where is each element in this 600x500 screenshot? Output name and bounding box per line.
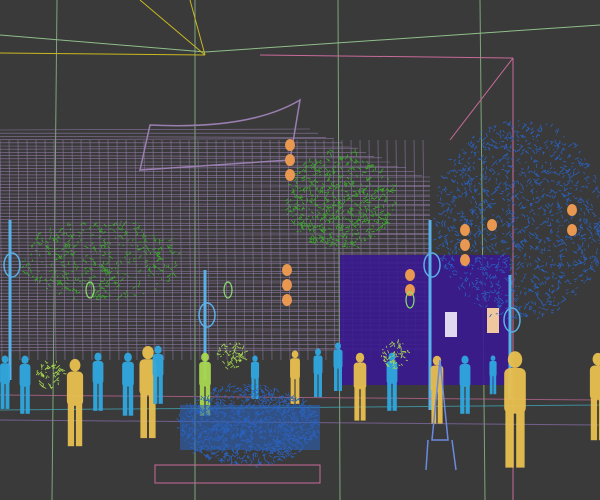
person — [20, 356, 31, 414]
person — [153, 346, 164, 404]
lantern — [282, 294, 292, 306]
banner — [487, 308, 499, 333]
3d-viewport[interactable] — [0, 0, 600, 500]
grid-line — [338, 0, 340, 500]
person — [251, 355, 259, 399]
person — [290, 351, 300, 404]
lamp-lantern — [199, 303, 215, 327]
lantern — [285, 154, 295, 166]
lantern — [460, 239, 470, 251]
person — [122, 353, 134, 416]
person — [590, 353, 600, 440]
plant — [36, 361, 66, 389]
camera-frustum-line — [190, 0, 205, 55]
banner — [445, 312, 457, 337]
camera-target-line — [0, 53, 205, 55]
plant — [217, 343, 248, 370]
person — [0, 356, 10, 409]
lantern — [405, 284, 415, 296]
person — [67, 359, 83, 446]
lantern — [460, 254, 470, 266]
lantern — [405, 269, 415, 281]
lantern — [567, 224, 577, 236]
wireframe-scene — [0, 0, 600, 500]
roof-eave — [140, 100, 300, 170]
lantern — [567, 204, 577, 216]
grid-line — [52, 0, 57, 500]
lantern — [285, 139, 295, 151]
lantern — [460, 224, 470, 236]
bounding-box-edge — [260, 55, 513, 58]
grid-line — [480, 0, 485, 500]
lantern — [487, 219, 497, 231]
bush-fill — [180, 405, 320, 450]
tree-green — [285, 149, 397, 251]
floor-box — [155, 465, 320, 483]
lantern — [282, 279, 292, 291]
person — [314, 349, 323, 398]
lamp-lantern — [4, 253, 20, 277]
green-lantern — [224, 282, 232, 298]
horizon-line — [205, 25, 600, 52]
lantern — [282, 264, 292, 276]
person — [93, 353, 104, 411]
horizon-line — [0, 35, 205, 52]
lantern — [285, 169, 295, 181]
